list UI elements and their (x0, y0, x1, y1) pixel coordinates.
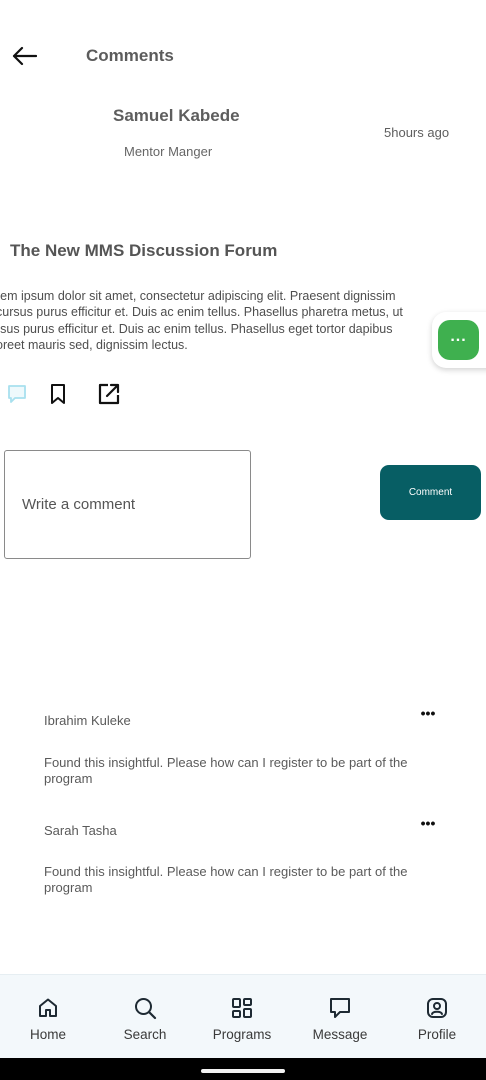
more-horizontal-icon: ••• (420, 705, 436, 721)
submit-comment-button[interactable]: Comment (380, 465, 481, 520)
external-link-icon (98, 383, 120, 405)
comment-action-button[interactable] (4, 381, 30, 407)
bookmark-button[interactable] (45, 381, 71, 407)
page-title: Comments (86, 46, 174, 65)
bookmark-icon (51, 384, 65, 404)
comment-input-box (4, 450, 251, 559)
post-timestamp: 5hours ago (384, 125, 450, 140)
nav-item-message[interactable]: Message (300, 995, 380, 1042)
chat-fab-button[interactable]: ... (438, 320, 479, 360)
profile-icon (424, 995, 450, 1021)
nav-item-profile[interactable]: Profile (397, 995, 477, 1042)
share-button[interactable] (96, 381, 122, 407)
nav-label: Home (29, 1027, 66, 1042)
nav-label: Programs (212, 1027, 272, 1042)
comment-text: Found this insightful. Please how can I … (44, 864, 408, 895)
comment-options-button[interactable]: ••• (415, 705, 441, 723)
post-body-line: cursus purus efficitur et. Duis ac enim … (0, 305, 403, 320)
post-title: The New MMS Discussion Forum (10, 241, 278, 260)
post-body-line: oreet mauris sed, dignissim lectus. (0, 337, 188, 352)
post-body-line: rem ipsum dolor sit amet, consectetur ad… (0, 289, 396, 303)
back-button[interactable] (8, 40, 40, 72)
home-indicator[interactable] (201, 1069, 285, 1073)
more-horizontal-icon: ••• (420, 815, 436, 831)
comment-text: Found this insightful. Please how can I … (44, 755, 408, 786)
bottom-navigation: Home Search Programs Message Profile (0, 974, 486, 1058)
arrow-left-icon (12, 46, 37, 66)
comment-author: Ibrahim Kuleke (44, 713, 131, 728)
post-body-line: rsus purus efficitur et. Duis ac enim te… (0, 321, 393, 336)
nav-item-home[interactable]: Home (8, 995, 88, 1042)
comment-input[interactable] (22, 496, 250, 513)
grid-icon (229, 995, 255, 1021)
comment-options-button[interactable]: ••• (415, 815, 441, 833)
more-dots-icon: ... (450, 328, 467, 345)
nav-item-search[interactable]: Search (105, 995, 185, 1042)
nav-item-programs[interactable]: Programs (202, 995, 282, 1042)
home-icon (35, 995, 61, 1021)
search-icon (132, 995, 158, 1021)
comment-author: Sarah Tasha (44, 823, 117, 838)
author-name: Samuel Kabede (113, 106, 240, 125)
post-body: rem ipsum dolor sit amet, consectetur ad… (0, 288, 446, 354)
nav-label: Search (123, 1027, 167, 1042)
author-role: Mentor Manger (124, 144, 213, 159)
nav-label: Message (312, 1027, 368, 1042)
nav-label: Profile (417, 1027, 457, 1042)
message-icon (327, 995, 353, 1021)
comment-icon (8, 385, 26, 403)
